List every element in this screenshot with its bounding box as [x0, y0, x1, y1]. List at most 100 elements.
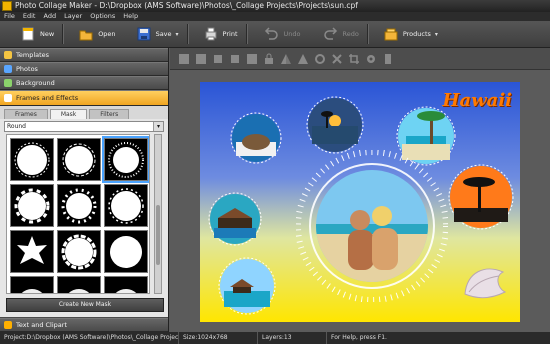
undo-button[interactable]: Undo	[258, 23, 307, 45]
menu-file[interactable]: File	[4, 12, 15, 21]
lock-icon[interactable]	[263, 53, 275, 65]
mask-shape-select[interactable]: Round ▾	[4, 121, 164, 132]
menu-layer[interactable]: Layer	[64, 12, 82, 21]
undo-label: Undo	[283, 30, 301, 38]
open-button[interactable]: Open	[72, 23, 121, 45]
background-icon	[4, 79, 12, 87]
status-size: Size:1024x768	[179, 332, 258, 344]
collage-canvas[interactable]: Hawaii	[200, 82, 520, 322]
folder-open-icon	[78, 26, 94, 42]
menu-add[interactable]: Add	[43, 12, 56, 21]
redo-label: Redo	[342, 30, 359, 38]
print-button[interactable]: Print	[197, 23, 244, 45]
category-text-clipart-label: Text and Clipart	[16, 321, 67, 329]
photo-sunset-badge[interactable]	[306, 96, 364, 154]
main-toolbar: New Open Save ▾ Print Undo Redo Products…	[0, 21, 550, 48]
templates-icon	[4, 51, 12, 59]
save-button[interactable]: Save ▾	[130, 23, 185, 45]
category-templates[interactable]: Templates	[0, 48, 168, 62]
mask-shape-value: Round	[7, 123, 26, 130]
mask-panel: Round ▾ Create New Mask	[0, 119, 168, 317]
category-frames-effects-label: Frames and Effects	[16, 94, 79, 102]
status-layers: Layers:13	[258, 332, 327, 344]
products-button[interactable]: Products ▾	[377, 23, 444, 45]
products-dropdown-icon[interactable]: ▾	[435, 31, 438, 38]
frames-subtabs: Frames Mask Filters	[0, 106, 168, 120]
print-label: Print	[222, 30, 238, 38]
toolbar-separator	[366, 24, 369, 44]
menu-edit[interactable]: Edit	[23, 12, 36, 21]
flip-horizontal-icon[interactable]	[280, 53, 292, 65]
save-icon	[136, 26, 152, 42]
new-document-icon	[20, 26, 36, 42]
mask-thumbnail[interactable]	[57, 184, 101, 227]
toolbar-separator	[186, 24, 189, 44]
create-new-mask-button[interactable]: Create New Mask	[6, 298, 164, 312]
align-left-icon[interactable]	[178, 53, 190, 65]
mask-thumbnail[interactable]	[102, 136, 149, 183]
mask-grid-scrollbar[interactable]	[154, 134, 162, 294]
category-templates-label: Templates	[16, 51, 50, 59]
mask-thumbnail[interactable]	[10, 184, 54, 227]
window-title: Photo Collage Maker - D:\Dropbox (AMS So…	[15, 1, 358, 10]
mask-thumbnail[interactable]	[10, 230, 54, 273]
photo-palm-sunset-badge[interactable]	[448, 164, 514, 230]
scrollbar-thumb[interactable]	[156, 205, 160, 265]
toolbar-separator	[62, 24, 65, 44]
new-button[interactable]: New	[14, 23, 60, 45]
save-dropdown-icon[interactable]: ▾	[176, 31, 179, 38]
status-help: For Help, press F1.	[331, 334, 387, 341]
align-center-icon[interactable]	[195, 53, 207, 65]
send-back-icon[interactable]	[229, 53, 241, 65]
mask-thumbnail[interactable]	[10, 138, 54, 181]
save-label: Save	[155, 30, 172, 38]
mask-grid	[6, 134, 150, 294]
title-bar: Photo Collage Maker - D:\Dropbox (AMS So…	[0, 0, 550, 12]
undo-icon	[264, 26, 280, 42]
photo-rocks-badge[interactable]	[230, 112, 282, 164]
photos-icon	[4, 65, 12, 73]
group-icon[interactable]	[246, 53, 258, 65]
menu-help[interactable]: Help	[123, 12, 138, 21]
printer-icon	[203, 26, 219, 42]
mask-thumbnail[interactable]	[57, 276, 101, 293]
photo-couple-center[interactable]	[295, 149, 449, 303]
flip-vertical-icon[interactable]	[297, 53, 309, 65]
redo-button[interactable]: Redo	[316, 23, 364, 45]
toolbar-separator	[245, 24, 248, 44]
mask-thumbnail[interactable]	[57, 138, 101, 181]
app-icon	[2, 1, 12, 11]
mask-thumbnail[interactable]	[57, 230, 101, 273]
new-label: New	[40, 30, 55, 38]
category-text-clipart[interactable]: Text and Clipart	[0, 318, 168, 332]
category-background-label: Background	[16, 79, 55, 87]
shell-clipart[interactable]	[455, 254, 511, 310]
text-clipart-icon	[4, 321, 12, 329]
mask-thumbnail[interactable]	[10, 276, 54, 293]
redo-icon	[322, 26, 338, 42]
gear-icon[interactable]	[365, 53, 377, 65]
products-label: Products	[402, 30, 431, 38]
category-photos[interactable]: Photos	[0, 62, 168, 76]
category-background[interactable]: Background	[0, 76, 168, 90]
canvas-toolbar	[170, 48, 550, 70]
chevron-down-icon[interactable]: ▾	[153, 122, 163, 131]
status-bar: Project:D:\Dropbox (AMS Software)\Photos…	[0, 332, 550, 344]
menu-bar: File Edit Add Layer Options Help	[0, 12, 550, 21]
photo-resort-badge[interactable]	[208, 192, 262, 246]
battery-icon[interactable]	[382, 53, 394, 65]
crop-icon[interactable]	[348, 53, 360, 65]
bring-front-icon[interactable]	[212, 53, 224, 65]
hawaii-text[interactable]: Hawaii	[442, 90, 512, 111]
category-frames-effects[interactable]: Frames and Effects	[0, 90, 168, 106]
open-label: Open	[98, 30, 116, 38]
mask-thumbnail[interactable]	[104, 184, 148, 227]
status-project: Project:D:\Dropbox (AMS Software)\Photos…	[0, 332, 179, 344]
rotate-icon[interactable]	[314, 53, 326, 65]
delete-icon[interactable]	[331, 53, 343, 65]
photo-water-bungalow-badge[interactable]	[218, 257, 276, 315]
menu-options[interactable]: Options	[90, 12, 115, 21]
mask-thumbnail[interactable]	[104, 276, 148, 293]
mask-thumbnail[interactable]	[104, 230, 148, 273]
canvas-area[interactable]: Hawaii	[170, 70, 550, 332]
